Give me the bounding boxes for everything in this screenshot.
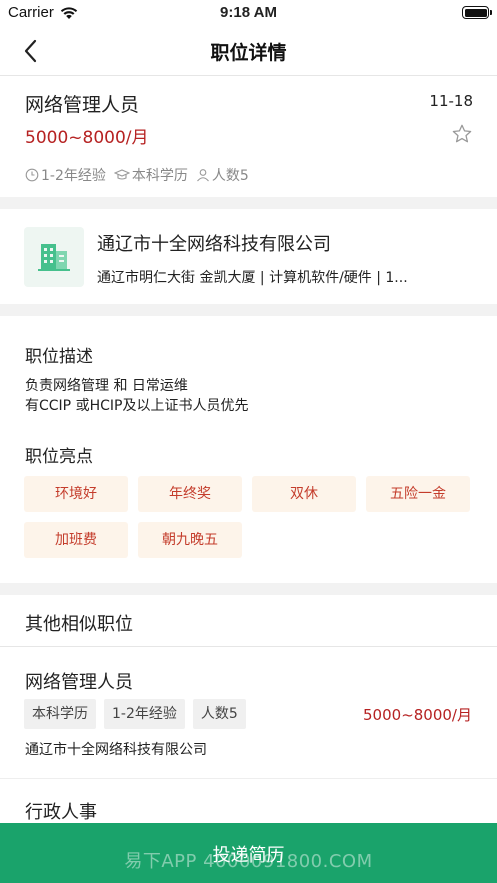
section-divider	[0, 197, 497, 209]
graduation-cap-icon	[113, 169, 130, 180]
highlight-tag: 年终奖	[138, 476, 242, 512]
company-card[interactable]: 通辽市十全网络科技有限公司 通辽市明仁大街 金凯大厦 | 计算机软件/硬件 | …	[0, 209, 497, 304]
job-header: 网络管理人员 11-18 5000~8000/月 1-2年经验 本科学历 人数5	[0, 77, 497, 197]
job-description-section: 职位描述 负责网络管理 和 日常运维 有CCIP 或HCIP及以上证书人员优先 …	[0, 317, 497, 583]
description-text: 负责网络管理 和 日常运维 有CCIP 或HCIP及以上证书人员优先	[25, 376, 248, 416]
similar-job-salary: 5000~8000/月	[363, 706, 472, 724]
company-name: 通辽市十全网络科技有限公司	[97, 234, 331, 255]
similar-job-item[interactable]: 网络管理人员 本科学历 1-2年经验 人数5 5000~8000/月 通辽市十全…	[0, 648, 497, 779]
similar-job-title: 行政人事	[25, 802, 97, 823]
company-info: 通辽市明仁大街 金凯大厦 | 计算机软件/硬件 | 1...	[97, 270, 408, 286]
similar-job-company: 通辽市十全网络科技有限公司	[25, 742, 207, 758]
job-meta: 1-2年经验 本科学历 人数5	[25, 165, 257, 185]
page-title: 职位详情	[210, 42, 287, 64]
similar-jobs-title: 其他相似职位	[25, 614, 133, 635]
description-line: 负责网络管理 和 日常运维	[25, 378, 188, 394]
similar-job-tag: 1-2年经验	[104, 699, 185, 729]
description-title: 职位描述	[25, 347, 93, 367]
similar-job-title: 网络管理人员	[25, 672, 133, 693]
similar-job-tag: 人数5	[192, 699, 246, 729]
highlight-tag: 五险一金	[366, 476, 470, 512]
person-icon	[196, 169, 209, 182]
section-divider	[0, 304, 497, 316]
experience-meta: 1-2年经验	[25, 165, 106, 185]
description-line: 有CCIP 或HCIP及以上证书人员优先	[25, 398, 249, 414]
battery-icon	[462, 6, 492, 19]
company-logo	[24, 227, 84, 287]
apply-button-label: 投递简历	[212, 845, 285, 866]
experience-text: 1-2年经验	[41, 168, 106, 184]
status-bar: Carrier 9:18 AM	[0, 0, 497, 26]
headcount-meta: 人数5	[196, 165, 249, 185]
nav-bar: 职位详情	[0, 26, 497, 76]
highlight-tag: 双休	[252, 476, 356, 512]
clock-icon	[25, 168, 39, 182]
education-text: 本科学历	[131, 168, 188, 184]
headcount-text: 人数5	[211, 168, 249, 184]
highlight-tag: 加班费	[24, 522, 128, 558]
similar-job-tag: 本科学历	[24, 699, 96, 729]
education-meta: 本科学历	[113, 165, 188, 185]
star-icon	[452, 124, 472, 143]
highlights-title: 职位亮点	[25, 447, 93, 467]
building-icon	[38, 244, 70, 271]
highlight-tag: 朝九晚五	[138, 522, 242, 558]
section-divider	[0, 583, 497, 595]
job-title: 网络管理人员	[25, 94, 140, 116]
clock: 9:18 AM	[220, 4, 277, 21]
favorite-star-button[interactable]	[451, 123, 473, 145]
similar-job-tags: 本科学历 1-2年经验 人数5	[24, 699, 254, 729]
apply-resume-button[interactable]: 投递简历 易下APP 4000091800.COM	[0, 823, 497, 883]
highlight-tag: 环境好	[24, 476, 128, 512]
job-salary: 5000~8000/月	[25, 128, 149, 148]
job-date: 11-18	[429, 92, 473, 110]
similar-jobs-header: 其他相似职位	[0, 595, 497, 647]
